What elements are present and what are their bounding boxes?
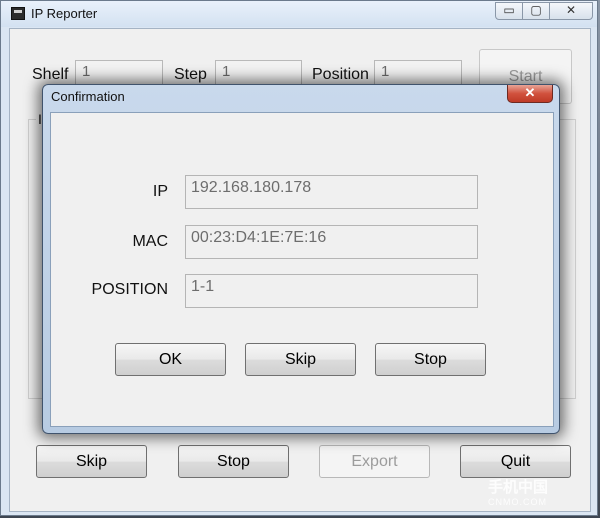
position-label: Position: [312, 66, 369, 83]
position-field[interactable]: 1-1: [185, 274, 478, 308]
maximize-button[interactable]: ▢: [522, 2, 550, 20]
dialog-skip-button[interactable]: Skip: [245, 343, 356, 376]
position-label-dialog: POSITION: [91, 281, 168, 298]
skip-button[interactable]: Skip: [36, 445, 147, 478]
close-button[interactable]: ✕: [549, 2, 593, 20]
ip-label: IP: [152, 183, 168, 200]
dialog-title: Confirmation: [51, 89, 125, 104]
app-icon: [11, 7, 25, 20]
export-button[interactable]: Export: [319, 445, 430, 478]
window-title: IP Reporter: [31, 6, 98, 21]
mac-label: MAC: [132, 233, 168, 250]
dialog-stop-button[interactable]: Stop: [375, 343, 486, 376]
dialog-close-button[interactable]: ✕: [507, 85, 553, 103]
quit-button[interactable]: Quit: [460, 445, 571, 478]
watermark-text: 手机中国: [488, 479, 549, 496]
stop-button[interactable]: Stop: [178, 445, 289, 478]
mac-field[interactable]: 00:23:D4:1E:7E:16: [185, 225, 478, 259]
main-title-bar[interactable]: IP Reporter ▭ ▢ ✕: [1, 1, 597, 27]
ip-field[interactable]: 192.168.180.178: [185, 175, 478, 209]
ok-button[interactable]: OK: [115, 343, 226, 376]
dialog-client-area: IP 192.168.180.178 MAC 00:23:D4:1E:7E:16…: [50, 112, 554, 427]
shelf-label: Shelf: [32, 66, 69, 83]
step-label: Step: [174, 66, 207, 83]
watermark-logo: 手机中国 CNMO.COM: [488, 476, 598, 514]
minimize-button[interactable]: ▭: [495, 2, 523, 20]
confirmation-dialog: Confirmation ✕ IP 192.168.180.178 MAC 00…: [42, 84, 560, 434]
watermark-subtext: CNMO.COM: [488, 497, 547, 507]
